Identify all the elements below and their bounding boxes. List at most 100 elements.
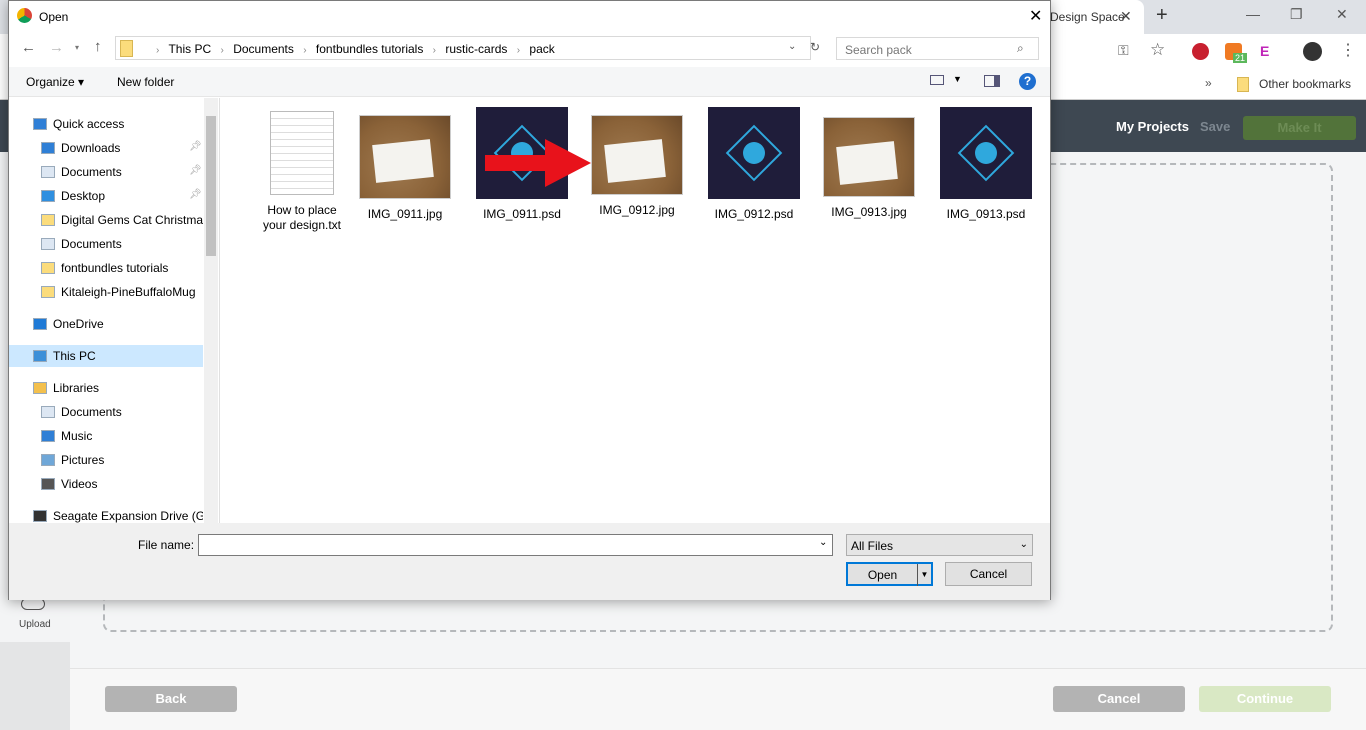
video-icon	[41, 478, 55, 490]
file-item[interactable]: How to place your design.txt	[244, 107, 360, 233]
address-dropdown-icon[interactable]: ⌄	[788, 41, 796, 52]
nav-item-label: Videos	[61, 477, 98, 491]
file-name: IMG_0912.psd	[714, 207, 794, 221]
dialog-close-button[interactable]: ✕	[1029, 6, 1042, 26]
save-button[interactable]: Save	[1200, 119, 1230, 134]
preview-pane-icon[interactable]	[984, 75, 1000, 87]
nav-item-label: Documents	[61, 165, 122, 179]
nav-item-label: Music	[61, 429, 93, 443]
my-projects-link[interactable]: My Projects	[1116, 119, 1189, 134]
nav-scrollbar[interactable]	[204, 98, 218, 523]
nav-item[interactable]: OneDrive	[9, 313, 203, 335]
picture-icon	[41, 454, 55, 466]
file-item[interactable]: IMG_0913.psd	[928, 107, 1044, 222]
breadcrumb-item[interactable]: fontbundles tutorials	[316, 42, 423, 56]
vpn-extension-icon[interactable]	[1192, 43, 1209, 60]
file-item[interactable]: IMG_0911.jpg	[347, 107, 463, 222]
breadcrumb-item[interactable]: Documents	[233, 42, 294, 56]
cancel-button[interactable]: Cancel	[1053, 686, 1185, 712]
file-name: How to place your design.txt	[262, 203, 342, 232]
pin-icon: 📌︎	[189, 165, 202, 176]
nav-item-label: OneDrive	[53, 317, 104, 331]
file-type-value: All Files	[851, 539, 894, 553]
file-name-dropdown-icon[interactable]: ⌄	[819, 537, 827, 548]
key-icon[interactable]: ⚿	[1118, 42, 1129, 59]
file-item[interactable]: IMG_0912.psd	[696, 107, 812, 222]
breadcrumb-item[interactable]: rustic-cards	[445, 42, 507, 56]
folder-icon	[41, 262, 55, 274]
dialog-cancel-button[interactable]: Cancel	[945, 562, 1032, 586]
nav-item-label: This PC	[53, 349, 96, 363]
nav-item[interactable]: Documents	[9, 233, 203, 255]
photoshop-file-icon	[940, 107, 1032, 199]
continue-button[interactable]: Continue	[1199, 686, 1331, 712]
tab-close-icon[interactable]: ✕	[1120, 8, 1132, 25]
breadcrumb-item[interactable]: pack	[529, 42, 554, 56]
download-icon	[41, 142, 55, 154]
nav-item-label: Documents	[61, 405, 122, 419]
restore-button[interactable]: ❐	[1290, 6, 1303, 23]
breadcrumb-item[interactable]: This PC	[168, 42, 211, 56]
nav-item-label: Digital Gems Cat Christmas	[61, 213, 203, 227]
file-item[interactable]: IMG_0912.jpg	[579, 107, 695, 218]
nav-item[interactable]: Libraries	[9, 377, 203, 399]
nav-item[interactable]: fontbundles tutorials	[9, 257, 203, 279]
extension-e-icon[interactable]: E	[1260, 43, 1269, 59]
organize-button[interactable]: Organize ▾	[26, 75, 84, 89]
up-arrow-icon[interactable]: ↑	[94, 38, 102, 55]
computer-icon	[33, 350, 47, 362]
more-bookmarks[interactable]: »	[1205, 76, 1212, 90]
bookmark-star-icon[interactable]: ☆	[1150, 40, 1165, 60]
chevron-down-icon: ⌄	[1019, 539, 1028, 550]
document-icon	[41, 406, 55, 418]
nav-item[interactable]: This PC	[9, 345, 203, 367]
nav-item[interactable]: Documents 📌︎	[9, 161, 203, 183]
drive-icon	[33, 510, 47, 522]
close-window-button[interactable]: ✕	[1336, 6, 1348, 23]
nav-item[interactable]: Pictures	[9, 449, 203, 471]
nav-item[interactable]: Music	[9, 425, 203, 447]
nav-item[interactable]: Videos	[9, 473, 203, 495]
nav-item-label: Libraries	[53, 381, 100, 395]
help-icon[interactable]: ?	[1019, 73, 1036, 90]
nav-item-label: Downloads	[61, 141, 121, 155]
image-thumbnail	[359, 115, 451, 199]
view-dropdown-icon[interactable]: ▼	[953, 74, 962, 84]
file-type-select[interactable]: All Files ⌄	[846, 534, 1033, 556]
new-tab-button[interactable]: +	[1156, 4, 1168, 27]
nav-item-label: Documents	[61, 237, 122, 251]
file-item[interactable]: IMG_0913.jpg	[811, 107, 927, 220]
recent-locations-icon[interactable]: ▾	[75, 43, 79, 52]
nav-item[interactable]: Downloads 📌︎	[9, 137, 203, 159]
make-it-button[interactable]: Make It	[1243, 116, 1356, 140]
pin-icon: 📌︎	[189, 189, 202, 200]
back-button[interactable]: Back	[105, 686, 237, 712]
upload-label[interactable]: Upload	[19, 619, 51, 630]
folder-icon	[41, 286, 55, 298]
nav-item-label: Desktop	[61, 189, 106, 203]
nav-item[interactable]: Quick access	[9, 113, 203, 135]
music-icon	[41, 430, 55, 442]
nav-item[interactable]: Digital Gems Cat Christmas	[9, 209, 203, 231]
avatar[interactable]	[1303, 42, 1322, 61]
nav-item[interactable]: Kitaleigh-PineBuffaloMug	[9, 281, 203, 303]
address-bar[interactable]: › This PC › Documents › fontbundles tuto…	[115, 36, 820, 60]
menu-icon[interactable]: ⋮	[1340, 40, 1356, 60]
desktop-icon	[41, 190, 55, 202]
open-button[interactable]: Open ▼	[846, 562, 933, 586]
refresh-icon[interactable]: ↻	[810, 40, 820, 54]
minimize-button[interactable]: —	[1246, 6, 1260, 22]
forward-arrow-icon[interactable]: →	[49, 39, 64, 56]
other-bookmarks[interactable]: Other bookmarks	[1259, 77, 1351, 91]
nav-item[interactable]: Desktop 📌︎	[9, 185, 203, 207]
search-input[interactable]: Search pack	[836, 37, 1039, 60]
open-dropdown-icon[interactable]: ▼	[917, 564, 931, 586]
file-name: IMG_0911.jpg	[367, 207, 443, 221]
view-options-icon[interactable]	[930, 75, 944, 85]
cloud-icon	[33, 318, 47, 330]
nav-item[interactable]: Documents	[9, 401, 203, 423]
star-icon	[33, 118, 47, 130]
new-folder-button[interactable]: New folder	[117, 75, 174, 89]
file-name-input[interactable]	[198, 534, 833, 556]
back-arrow-icon[interactable]: ←	[21, 39, 36, 56]
